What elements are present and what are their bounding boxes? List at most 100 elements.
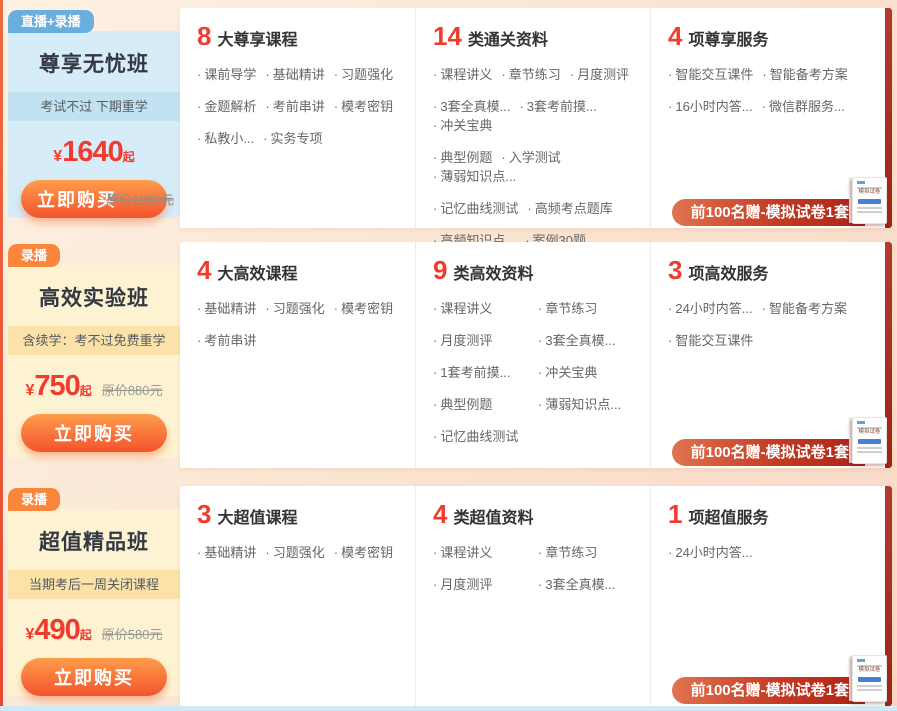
feature-item: 薄弱知识点... <box>433 166 516 185</box>
paper-button-bar <box>858 199 881 204</box>
feature-line: 课前导学基础精讲习题强化 <box>197 64 409 83</box>
package-column: 9类高效资料课程讲义章节练习月度测评3套全真模...1套考前摸...冲关宝典典型… <box>415 242 650 468</box>
buy-now-button[interactable]: 立即购买 <box>21 414 167 452</box>
package-subtitle: 当期考后一周关闭课程 <box>8 570 180 599</box>
buy-area: 立即购买 <box>8 414 180 452</box>
feature-item: 考前串讲 <box>265 96 324 115</box>
package-column: 4大高效课程基础精讲习题强化模考密钥考前串讲 <box>180 242 415 468</box>
feature-line: 月度测评 3套全真模... <box>433 330 644 349</box>
feature-item: 课前导学 <box>197 64 256 83</box>
package-subtitle: 考试不过 下期重学 <box>8 92 180 121</box>
feature-line: 课程讲义章节练习月度测评 <box>433 64 644 83</box>
paper-logo <box>857 181 865 184</box>
mock-paper-icon: 模拟试卷 <box>852 655 887 702</box>
package-title: 高效实验班 <box>8 265 180 312</box>
price-line: ¥490起 原价580元 <box>8 614 180 647</box>
price-line: ¥750起 原价880元 <box>8 370 180 403</box>
feature-item: 3套全真模... <box>433 96 510 115</box>
package-column: 3大超值课程基础精讲习题强化模考密钥 <box>180 486 415 706</box>
feature-line: 1套考前摸...冲关宝典 <box>433 362 644 381</box>
feature-item: 月度测评 <box>433 574 529 593</box>
feature-item: 16小时内答... <box>668 96 753 115</box>
course-package-row: 录播 高效实验班 含续学：考不过免费重学 ¥750起 原价880元 立即购买 4… <box>8 242 889 468</box>
feature-item: 24小时内答... <box>668 542 753 561</box>
feature-item: 智能备考方案 <box>762 64 847 83</box>
column-title: 类高效资料 <box>453 260 533 284</box>
feature-line: 课程讲义章节练习 <box>433 542 644 561</box>
column-count: 14 <box>433 21 462 52</box>
feature-item: 月度测评 <box>433 330 529 349</box>
feature-line: 24小时内答... <box>668 542 879 561</box>
feature-item: 智能交互课件 <box>668 330 753 349</box>
gift-banner: 前100名赠-模拟试卷1套 <box>672 199 865 226</box>
package-card: 尊享无忧班 考试不过 下期重学 ¥1640起 立即购买 原价1980元 <box>8 31 180 218</box>
feature-item: 习题强化 <box>334 64 393 83</box>
column-count: 8 <box>197 21 211 52</box>
feature-line: 月度测评3套全真模... <box>433 574 644 593</box>
package-column: 4类超值资料课程讲义章节练习月度测评3套全真模... <box>415 486 650 706</box>
column-count: 4 <box>668 21 682 52</box>
feature-line: 考前串讲 <box>197 330 409 349</box>
paper-line <box>857 689 882 691</box>
page-bottom-accent <box>0 706 897 711</box>
feature-item: 基础精讲 <box>197 542 256 561</box>
price: ¥750起 <box>25 370 91 403</box>
feature-line: 3套全真模...3套考前摸...冲关宝典 <box>433 96 644 134</box>
price-suffix: 起 <box>123 150 135 164</box>
paper-title: 模拟试卷 <box>858 189 881 195</box>
feature-item: 实务专项 <box>263 128 322 147</box>
column-heading: 1项超值服务 <box>668 499 879 529</box>
feature-item: 典型例题 <box>433 394 529 413</box>
feature-line: 16小时内答...微信群服务... <box>668 96 879 115</box>
package-details: 3大超值课程基础精讲习题强化模考密钥4类超值资料课程讲义章节练习月度测评3套全真… <box>180 486 892 706</box>
column-count: 3 <box>197 499 211 530</box>
column-count: 9 <box>433 255 447 286</box>
feature-item: 典型例题 <box>433 147 492 166</box>
mock-paper-icon: 模拟试卷 <box>852 417 887 464</box>
course-package-row: 直播+录播 尊享无忧班 考试不过 下期重学 ¥1640起 立即购买 原价1980… <box>8 8 889 228</box>
feature-item: 习题强化 <box>265 542 324 561</box>
column-title: 项高效服务 <box>688 260 768 284</box>
feature-item: 模考密钥 <box>334 298 393 317</box>
feature-item: 3套全真模... <box>538 330 634 349</box>
price-amount: 750 <box>34 370 79 402</box>
buy-now-button[interactable]: 立即购买 <box>21 658 167 696</box>
package-column: 8大尊享课程课前导学基础精讲习题强化金题解析考前串讲模考密钥私教小...实务专项 <box>180 8 415 228</box>
feature-item: 章节练习 <box>501 64 560 83</box>
mock-paper-icon: 模拟试卷 <box>852 177 887 224</box>
currency-symbol: ¥ <box>53 148 62 165</box>
feature-item: 智能备考方案 <box>762 298 847 317</box>
paper-button-bar <box>858 677 881 682</box>
paper-title: 模拟试卷 <box>858 667 881 673</box>
column-heading: 4大高效课程 <box>197 255 409 285</box>
feature-item: 智能交互课件 <box>668 64 753 83</box>
feature-item: 课程讲义 <box>433 64 492 83</box>
paper-line <box>857 447 882 449</box>
price-line: ¥1640起 <box>8 136 180 169</box>
column-count: 1 <box>668 499 682 530</box>
column-title: 项超值服务 <box>688 504 768 528</box>
column-heading: 9类高效资料 <box>433 255 644 285</box>
paper-line <box>857 685 882 687</box>
feature-line: 金题解析考前串讲模考密钥 <box>197 96 409 115</box>
feature-item: 入学测试 <box>501 147 560 166</box>
gift-banner: 前100名赠-模拟试卷1套 <box>672 677 865 704</box>
pricing-cell: 录播 高效实验班 含续学：考不过免费重学 ¥750起 原价880元 立即购买 <box>8 242 180 468</box>
column-title: 类通关资料 <box>468 26 548 50</box>
column-count: 4 <box>197 255 211 286</box>
course-package-row: 录播 超值精品班 当期考后一周关闭课程 ¥490起 原价580元 立即购买 3大… <box>8 486 889 706</box>
feature-line: 记忆曲线测试 <box>433 426 644 445</box>
column-heading: 3项高效服务 <box>668 255 879 285</box>
feature-item: 课程讲义 <box>433 542 529 561</box>
feature-item: 基础精讲 <box>265 64 324 83</box>
paper-line <box>857 211 882 213</box>
paper-title: 模拟试卷 <box>858 429 881 435</box>
feature-item: 月度测评 <box>570 64 629 83</box>
pricing-cell: 录播 超值精品班 当期考后一周关闭课程 ¥490起 原价580元 立即购买 <box>8 486 180 706</box>
page-left-accent <box>0 0 3 711</box>
paper-button-bar <box>858 439 881 444</box>
feature-item: 模考密钥 <box>334 96 393 115</box>
package-title: 超值精品班 <box>8 509 180 556</box>
column-title: 大尊享课程 <box>217 26 297 50</box>
column-count: 3 <box>668 255 682 286</box>
